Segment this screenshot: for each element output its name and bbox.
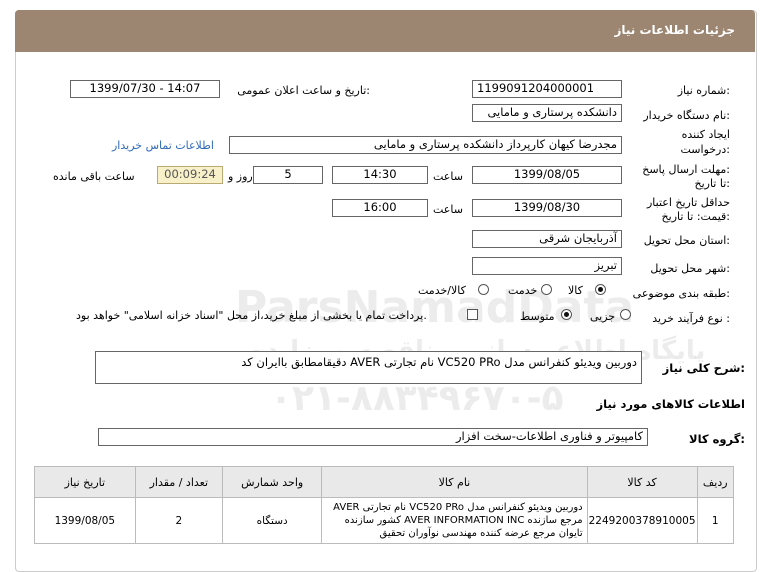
goods-table: تاریخ نیاز تعداد / مقدار واحد شمارش نام … [34, 466, 735, 544]
cell-qty: 2 [134, 497, 223, 544]
delivery-city-label: شهر محل تحویل: [650, 262, 730, 275]
cell-unit: دستگاه [221, 497, 323, 544]
goods-table-header: تاریخ نیاز تعداد / مقدار واحد شمارش نام … [34, 466, 735, 498]
category-label: طبقه بندی موضوعی: [632, 287, 730, 300]
validity-date-field: 1399/08/30 [472, 199, 622, 217]
need-number-field: 1199091204000001 [472, 80, 622, 98]
cell-name-line3: تایوان مرجع عرضه کننده مهندسی نوآوران تح… [379, 528, 583, 539]
contact-buyer-link[interactable]: اطلاعات تماس خریدار [112, 139, 214, 152]
cell-row: 1 [696, 497, 735, 544]
reply-date-field: 1399/08/05 [472, 166, 622, 184]
remaining-label: ساعت باقی مانده [53, 170, 135, 183]
panel-title: جزئیات اطلاعات نیاز [614, 23, 735, 37]
validity-label-line2: قیمت: تا تاریخ: [661, 210, 730, 223]
category-option-goods: کالا [568, 284, 583, 297]
day-and-label: روز و [228, 170, 253, 183]
reply-time-label: ساعت [433, 170, 463, 183]
announce-datetime-label: تاریخ و ساعت اعلان عمومی: [237, 84, 370, 97]
general-desc-field: دوربین ویدیئو کنفرانس مدل VC520 PRo نام … [95, 351, 642, 384]
general-desc-label: شرح کلی نیاز: [662, 361, 745, 375]
remaining-timer: 00:09:24 [157, 166, 223, 184]
cell-code: 2249200378910005 [586, 497, 698, 544]
payment-checkbox[interactable] [467, 309, 478, 320]
cell-name-line1: دوربین ویدیئو کنفرانس مدل VC520 PRo نام … [333, 502, 583, 513]
validity-time-label: ساعت [433, 203, 463, 216]
validity-time-field: 16:00 [332, 199, 428, 217]
delivery-province-field: آذربایجان شرقی [472, 230, 622, 248]
reply-deadline-label-line1: مهلت ارسال پاسخ: [642, 163, 730, 176]
reply-deadline-label-line2: تا تاریخ: [694, 177, 730, 190]
process-radio-minor[interactable] [620, 309, 631, 320]
panel-header: جزئیات اطلاعات نیاز [15, 10, 755, 52]
process-radio-medium[interactable] [561, 309, 572, 320]
process-option-medium: متوسط [520, 310, 555, 323]
goods-group-label: گروه کالا: [689, 432, 745, 446]
process-type-label: نوع فرآیند خرید : [652, 312, 730, 325]
payment-note: پرداخت تمام یا بخشی از مبلغ خرید،از محل … [76, 309, 427, 322]
col-header-name: نام کالا [321, 466, 588, 498]
category-option-goods-service: کالا/خدمت [418, 284, 466, 297]
category-radio-goods-service[interactable] [478, 284, 489, 295]
buyer-org-label: نام دستگاه خریدار: [643, 109, 730, 122]
category-radio-goods[interactable] [595, 284, 606, 295]
reply-time-field: 14:30 [332, 166, 428, 184]
reply-days-field: 5 [253, 166, 323, 184]
col-header-date: تاریخ نیاز [34, 466, 136, 498]
validity-label-line1: حداقل تاریخ اعتبار [646, 196, 730, 209]
delivery-province-label: استان محل تحویل: [643, 234, 730, 247]
watermark-phone: ۰۲۱-۸۸۳۴۹۶۷۰-۵ [270, 378, 564, 419]
category-radio-service[interactable] [541, 284, 552, 295]
creator-field: مجدرضا کیهان کارپرداز دانشکده پرستاری و … [229, 136, 622, 154]
need-number-label: شماره نیاز: [677, 84, 730, 97]
goods-info-heading: اطلاعات کالاهای مورد نیاز [596, 397, 745, 411]
table-row: 1399/08/05 2 دستگاه دوربین ویدیئو کنفران… [34, 497, 735, 544]
goods-group-field: کامپیوتر و فناوری اطلاعات-سخت افزار [98, 428, 648, 446]
creator-label-line1: ایجاد کننده [681, 128, 730, 141]
cell-date: 1399/08/05 [34, 497, 136, 544]
buyer-org-field: دانشکده پرستاری و مامایی [472, 104, 622, 122]
creator-label-line2: درخواست: [680, 143, 731, 156]
delivery-city-field: تبریز [472, 257, 622, 275]
cell-name: دوربین ویدیئو کنفرانس مدل VC520 PRo نام … [321, 497, 588, 544]
col-header-code: کد کالا [586, 466, 698, 498]
cell-name-line2: مرجع سازنده AVER INFORMATION INC کشور سا… [344, 515, 583, 526]
process-option-minor: جزیی [590, 310, 616, 323]
announce-datetime-field: 1399/07/30 - 14:07 [70, 80, 220, 98]
category-option-service: خدمت [508, 284, 538, 297]
col-header-qty: تعداد / مقدار [134, 466, 223, 498]
col-header-unit: واحد شمارش [221, 466, 323, 498]
col-header-row: ردیف [696, 466, 735, 498]
